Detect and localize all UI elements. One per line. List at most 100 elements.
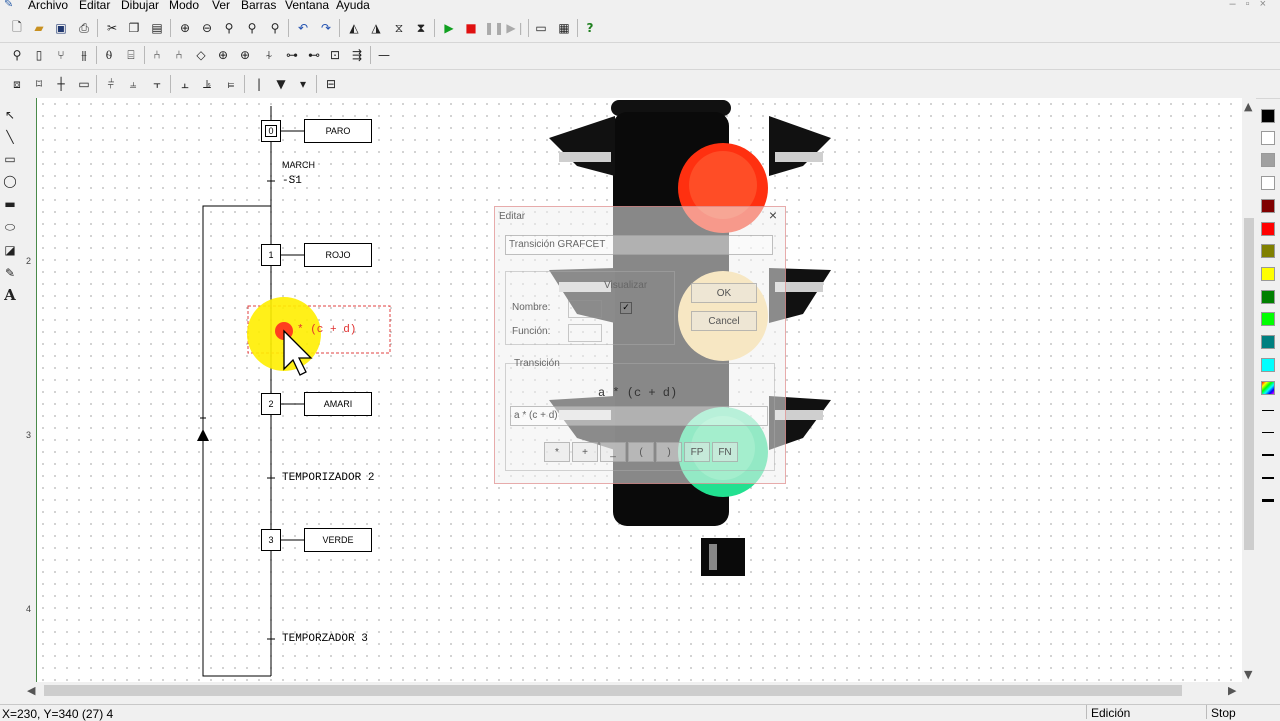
paste-icon[interactable]: ▤: [148, 19, 166, 37]
menu-barras[interactable]: Barras: [241, 0, 276, 12]
junction-alt-icon[interactable]: ⊕: [236, 46, 254, 64]
scroll-up-icon[interactable]: ▲: [1244, 100, 1252, 113]
save-icon[interactable]: ▣: [52, 19, 70, 37]
zoom-in-icon[interactable]: ⊕: [176, 19, 194, 37]
stop-icon[interactable]: ■: [462, 19, 480, 37]
action-box[interactable]: VERDE: [304, 528, 372, 552]
parallel-icon[interactable]: ⫵: [75, 46, 93, 64]
transition-condition[interactable]: TEMPORIZADOR 2: [282, 472, 374, 484]
comment-icon[interactable]: ⊟: [322, 75, 340, 93]
copy-icon[interactable]: ❐: [125, 19, 143, 37]
help-icon[interactable]: ?: [581, 19, 599, 37]
vertical-scroll-thumb[interactable]: [1244, 218, 1254, 550]
menu-modo[interactable]: Modo: [169, 0, 199, 12]
pointer-icon[interactable]: ↖: [1, 106, 19, 124]
zoom-fit-icon[interactable]: ⚲: [243, 19, 261, 37]
convergence-icon[interactable]: ⊷: [305, 46, 323, 64]
line-width-5[interactable]: [1262, 499, 1274, 502]
expression-input[interactable]: a * (c + d): [510, 406, 768, 426]
node-icon[interactable]: ◇: [192, 46, 210, 64]
filled-ellipse-icon[interactable]: ⬭: [1, 218, 19, 236]
pause-icon[interactable]: ❚❚: [484, 19, 504, 37]
color-swatch[interactable]: [1261, 244, 1275, 258]
color-swatch[interactable]: [1261, 312, 1275, 326]
window-icon[interactable]: ▭: [532, 19, 550, 37]
step-icon[interactable]: ⌑: [30, 75, 48, 93]
rectangle-icon[interactable]: ▭: [1, 150, 19, 168]
open-icon[interactable]: ▰: [30, 19, 48, 37]
print-icon[interactable]: ⎙: [75, 19, 93, 37]
or-divergence-icon[interactable]: ⫟: [148, 75, 166, 93]
funcion-checkbox[interactable]: [620, 326, 632, 338]
step-icon[interactable]: ▶❘: [506, 19, 525, 37]
color-swatch[interactable]: [1261, 222, 1275, 236]
and-convergence-icon[interactable]: ⫨: [124, 75, 142, 93]
rotate-right-icon[interactable]: ◮: [367, 19, 385, 37]
redo-icon[interactable]: ↷: [317, 19, 335, 37]
transition-condition[interactable]: * (c + d): [297, 324, 356, 336]
op-or-button[interactable]: +: [572, 442, 598, 462]
nombre-field[interactable]: [568, 300, 602, 318]
scroll-right-icon[interactable]: ▶: [1228, 684, 1236, 697]
step-initial-icon[interactable]: ⧈: [8, 75, 26, 93]
color-swatch[interactable]: [1261, 290, 1275, 304]
ellipse-icon[interactable]: ◯: [1, 172, 19, 190]
funcion-field[interactable]: [568, 324, 602, 342]
color-swatch[interactable]: [1261, 153, 1275, 167]
branch-alt-icon[interactable]: ⑃: [170, 46, 188, 64]
transition-condition[interactable]: -S1: [282, 175, 302, 187]
color-swatch[interactable]: [1261, 176, 1275, 190]
line-width-4[interactable]: [1262, 477, 1274, 479]
line-icon[interactable]: ╲: [1, 128, 19, 146]
op-fp-button[interactable]: FP: [684, 442, 710, 462]
filled-rectangle-icon[interactable]: ▬: [1, 195, 19, 213]
menu-ver[interactable]: Ver: [212, 0, 230, 12]
contact-icon[interactable]: ⚲: [8, 46, 26, 64]
macro-icon[interactable]: ⊡: [326, 46, 344, 64]
ok-button[interactable]: OK: [691, 283, 757, 303]
op-and-button[interactable]: *: [544, 442, 570, 462]
op-open-paren-button[interactable]: (: [628, 442, 654, 462]
flip-vertical-icon[interactable]: ⧖: [390, 19, 408, 37]
color-swatch[interactable]: [1261, 335, 1275, 349]
grafcet-step[interactable]: 3: [261, 529, 281, 551]
drawing-canvas[interactable]: 0 PARO 1 ROJO 2 AMARI 3 VERDE MARCH -S1 …: [37, 98, 1242, 682]
color-swatch[interactable]: [1261, 109, 1275, 123]
transition-condition[interactable]: TEMPORZADOR 3: [282, 633, 368, 645]
grafcet-step[interactable]: 2: [261, 393, 281, 415]
action-icon[interactable]: ▭: [75, 75, 93, 93]
transition-icon[interactable]: ┼: [52, 75, 70, 93]
run-icon[interactable]: ▶: [440, 19, 458, 37]
line-width-2[interactable]: [1262, 432, 1274, 433]
line-width-3[interactable]: [1262, 454, 1274, 456]
arrow-down-alt-icon[interactable]: ▾: [294, 75, 312, 93]
fill-bucket-icon[interactable]: ◪: [1, 241, 19, 259]
cut-icon[interactable]: ✂: [103, 19, 121, 37]
pencil-icon[interactable]: ✎: [1, 264, 19, 282]
output-icon[interactable]: ⑂: [52, 46, 70, 64]
line-icon[interactable]: —: [375, 46, 393, 64]
transition-label[interactable]: MARCH: [282, 160, 315, 170]
zoom-icon[interactable]: ⚲: [220, 19, 238, 37]
custom-color-icon[interactable]: [1261, 381, 1275, 395]
branch-icon[interactable]: ⑃: [148, 46, 166, 64]
action-box[interactable]: PARO: [304, 119, 372, 143]
close-icon[interactable]: ×: [769, 207, 777, 223]
divergence-icon[interactable]: ⊶: [283, 46, 301, 64]
block-icon[interactable]: ⌸: [122, 46, 140, 64]
op-not-button[interactable]: _: [600, 442, 626, 462]
op-fn-button[interactable]: FN: [712, 442, 738, 462]
relay-icon[interactable]: ⍬: [100, 46, 118, 64]
vertical-link-icon[interactable]: |: [250, 75, 268, 93]
zoom-out-icon[interactable]: ⊖: [198, 19, 216, 37]
window-grid-icon[interactable]: ▦: [555, 19, 573, 37]
nombre-checkbox[interactable]: ✓: [620, 302, 632, 314]
arrow-down-icon[interactable]: ▼: [272, 75, 290, 93]
and-divergence-icon[interactable]: ⫩: [102, 75, 120, 93]
action-box[interactable]: ROJO: [304, 243, 372, 267]
or-branch-icon[interactable]: ⫠: [176, 75, 194, 93]
undo-icon[interactable]: ↶: [294, 19, 312, 37]
zoom-all-icon[interactable]: ⚲: [266, 19, 284, 37]
edit-dialog[interactable]: Editar × Transición GRAFCET Visualizar N…: [494, 206, 786, 484]
new-icon[interactable]: 🗋: [8, 19, 26, 37]
